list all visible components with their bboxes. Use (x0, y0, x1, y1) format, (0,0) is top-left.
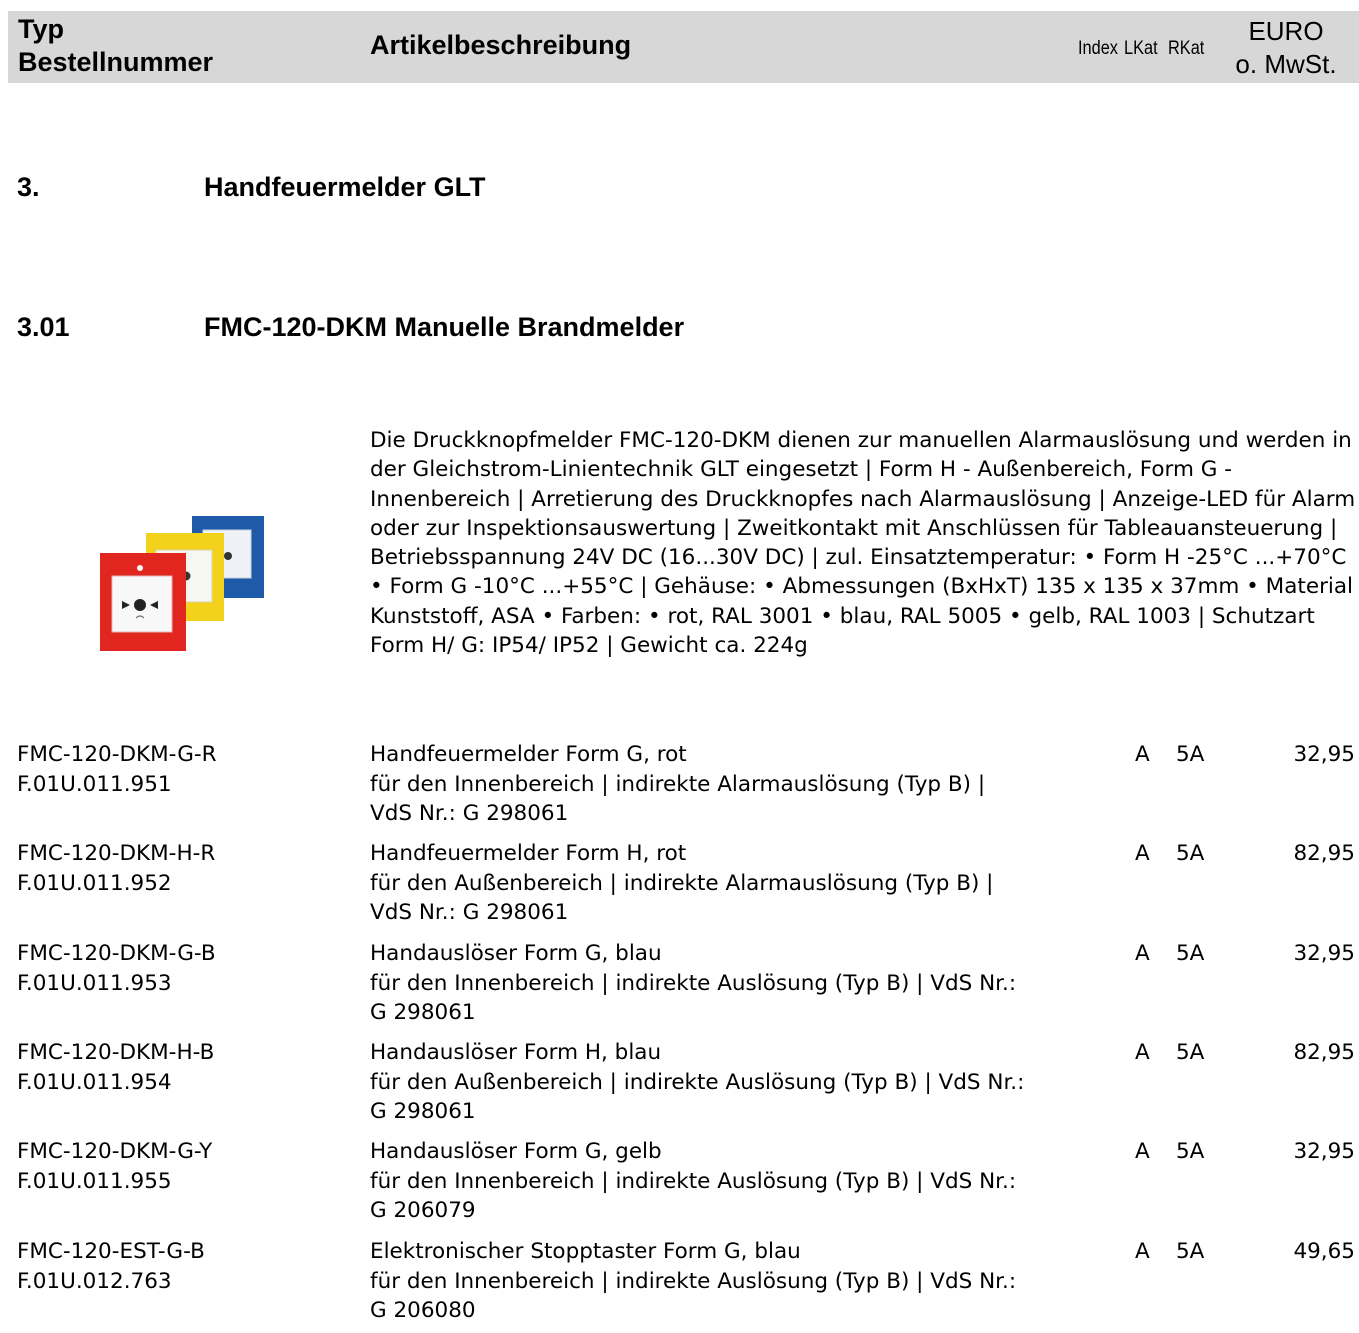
product-text: Handauslöser Form H, blau für den Außenb… (370, 1038, 1024, 1127)
section-title: Handfeuermelder GLT (204, 172, 486, 202)
product-bestellnummer: F.01U.011.953 (17, 970, 172, 996)
subsection-number: 3.01 (17, 312, 70, 342)
product-desc-line1: für den Innenbereich | indirekte Auslösu… (370, 1268, 1017, 1294)
subsection-title: FMC-120-DKM Manuelle Brandmelder (204, 312, 685, 342)
product-title: Elektronischer Stopptaster Form G, blau (370, 1239, 801, 1264)
product-typ: FMC-120-DKM-H-B (17, 1040, 215, 1065)
header-typ-label: Typ (18, 14, 64, 44)
product-typ: FMC-120-DKM-G-B (17, 941, 216, 966)
product-price: 82,95 (1293, 1040, 1355, 1065)
header-euro: EURO o. MwSt. (1226, 15, 1346, 81)
product-lkat: 5A (1176, 1040, 1205, 1065)
product-desc-line2: VdS Nr.: G 298061 (370, 900, 569, 925)
product-title: Handauslöser Form G, gelb (370, 1139, 662, 1164)
header-typ-bestellnummer: Typ Bestellnummer (18, 13, 213, 79)
product-typ: FMC-120-EST-G-B (17, 1239, 205, 1264)
product-desc-line1: für den Innenbereich | indirekte Alarmau… (370, 771, 986, 797)
header-artikelbeschreibung-label: Artikelbeschreibung (370, 30, 632, 60)
product-title: Handauslöser Form H, blau (370, 1040, 662, 1065)
product-desc-line1: für den Außenbereich | indirekte Alarmau… (370, 870, 994, 896)
product-desc-line2: G 206080 (370, 1298, 476, 1323)
product-index: A (1135, 1239, 1150, 1264)
product-text: Handfeuermelder Form H, rot für den Auße… (370, 839, 993, 928)
product-price: 32,95 (1293, 1139, 1355, 1164)
product-desc-line2: G 298061 (370, 1000, 476, 1025)
product-bestellnummer: F.01U.011.954 (17, 1069, 172, 1095)
product-id: FMC-120-DKM-H-B F.01U.011.954 (17, 1038, 214, 1097)
product-id: FMC-120-DKM-H-R F.01U.011.952 (17, 839, 215, 898)
table-row: FMC-120-DKM-H-B F.01U.011.954 Handauslös… (0, 1038, 1359, 1134)
product-lkat: 5A (1176, 742, 1205, 767)
header-rkat-label: RKat (1168, 38, 1205, 59)
product-title: Handfeuermelder Form H, rot (370, 841, 687, 866)
table-row: FMC-120-EST-G-B F.01U.012.763 Elektronis… (0, 1237, 1359, 1333)
manual-call-point-icon (100, 516, 264, 651)
product-typ: FMC-120-DKM-G-R (17, 742, 217, 767)
product-photo (96, 512, 276, 661)
product-text: Handauslöser Form G, gelb für den Innenb… (370, 1137, 1016, 1226)
product-index: A (1135, 841, 1150, 866)
product-lkat: 5A (1176, 1239, 1205, 1264)
product-desc-line1: für den Innenbereich | indirekte Auslösu… (370, 970, 1017, 996)
product-id: FMC-120-DKM-G-B F.01U.011.953 (17, 939, 216, 998)
header-euro-label: EURO (1248, 16, 1324, 46)
product-typ: FMC-120-DKM-G-Y (17, 1139, 213, 1164)
product-lkat: 5A (1176, 1139, 1205, 1164)
product-text: Handfeuermelder Form G, rot für den Inne… (370, 740, 985, 829)
header-mwst-label: o. MwSt. (1235, 49, 1337, 79)
header-bestellnummer-label: Bestellnummer (18, 47, 214, 77)
product-id: FMC-120-DKM-G-R F.01U.011.951 (17, 740, 217, 799)
product-price: 32,95 (1293, 941, 1355, 966)
product-desc-line2: VdS Nr.: G 298061 (370, 801, 569, 826)
table-row: FMC-120-DKM-G-Y F.01U.011.955 Handauslös… (0, 1137, 1359, 1233)
table-row: FMC-120-DKM-G-B F.01U.011.953 Handauslös… (0, 939, 1359, 1035)
header-index-label: Index (1078, 38, 1118, 59)
table-row: FMC-120-DKM-H-R F.01U.011.952 Handfeuerm… (0, 839, 1359, 935)
product-desc-line2: G 206079 (370, 1198, 476, 1223)
product-index: A (1135, 941, 1150, 966)
product-lkat: 5A (1176, 841, 1205, 866)
product-text: Handauslöser Form G, blau für den Innenb… (370, 939, 1016, 1028)
product-bestellnummer: F.01U.011.955 (17, 1168, 172, 1194)
product-description: Die Druckknopfmelder FMC-120-DKM dienen … (370, 428, 1356, 659)
product-id: FMC-120-EST-G-B F.01U.012.763 (17, 1237, 205, 1296)
product-bestellnummer: F.01U.011.952 (17, 870, 172, 896)
product-title: Handauslöser Form G, blau (370, 941, 662, 966)
product-desc-line1: für den Innenbereich | indirekte Auslösu… (370, 1168, 1017, 1194)
product-desc-line1: für den Außenbereich | indirekte Auslösu… (370, 1069, 1025, 1095)
product-bestellnummer: F.01U.011.951 (17, 771, 172, 797)
product-index: A (1135, 1040, 1150, 1065)
product-lkat: 5A (1176, 941, 1205, 966)
product-typ: FMC-120-DKM-H-R (17, 841, 216, 866)
table-row: FMC-120-DKM-G-R F.01U.011.951 Handfeuerm… (0, 740, 1359, 836)
product-index: A (1135, 742, 1150, 767)
header-lkat-label: LKat (1124, 38, 1158, 59)
product-index: A (1135, 1139, 1150, 1164)
section-number: 3. (17, 172, 40, 202)
product-id: FMC-120-DKM-G-Y F.01U.011.955 (17, 1137, 212, 1196)
product-desc-line2: G 298061 (370, 1099, 476, 1124)
product-text: Elektronischer Stopptaster Form G, blau … (370, 1237, 1016, 1326)
product-bestellnummer: F.01U.012.763 (17, 1268, 172, 1294)
product-title: Handfeuermelder Form G, rot (370, 742, 687, 767)
product-price: 49,65 (1293, 1239, 1355, 1264)
product-price: 82,95 (1293, 841, 1355, 866)
product-price: 32,95 (1293, 742, 1355, 767)
